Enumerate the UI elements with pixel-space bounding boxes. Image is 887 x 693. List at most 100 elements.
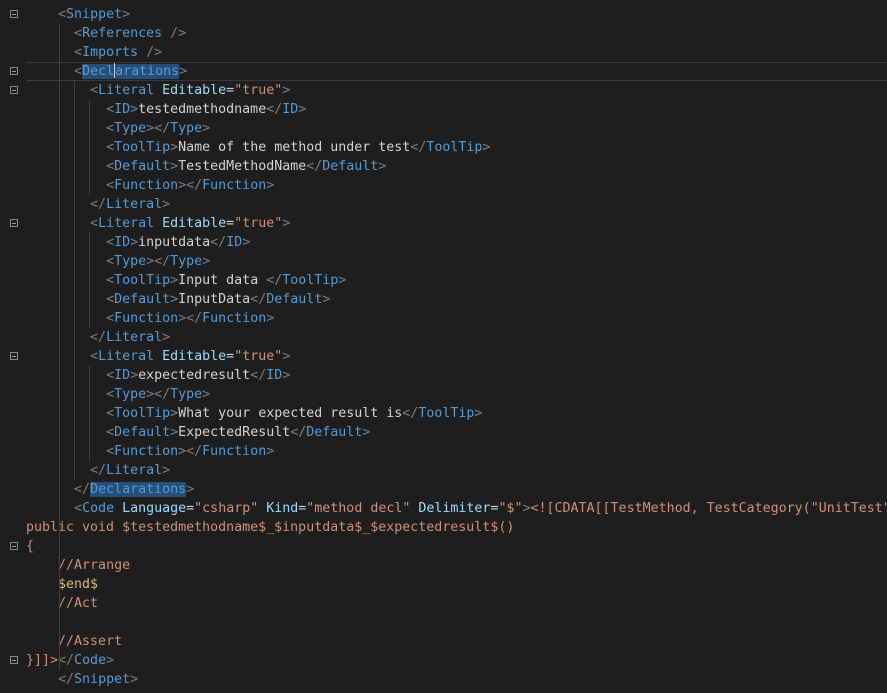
code-token-punct: </: [74, 482, 91, 497]
code-token-text: inputdata: [138, 235, 211, 250]
code-line[interactable]: <Type></Type>: [0, 252, 887, 271]
code-token-punct: ></: [146, 254, 171, 269]
code-token-tag-hl: Declarations: [90, 482, 187, 497]
code-line-content: <Imports />: [26, 43, 162, 62]
code-line[interactable]: //Assert: [0, 632, 887, 651]
code-line-content: <ID>inputdata</ID>: [26, 233, 250, 252]
code-token-cdata: public void $testedmethodname$_$inputdat…: [26, 520, 515, 535]
code-token-punct: <: [58, 7, 67, 22]
code-token-punct: >: [130, 672, 139, 687]
code-line[interactable]: [0, 613, 887, 632]
code-line[interactable]: <Literal Editable="true">: [0, 347, 887, 366]
code-line[interactable]: </Literal>: [0, 328, 887, 347]
fold-collapse-icon[interactable]: [10, 10, 18, 18]
code-line[interactable]: <Code Language="csharp" Kind="method dec…: [0, 499, 887, 518]
code-token-str: "true": [234, 83, 283, 98]
code-line[interactable]: {: [0, 537, 887, 556]
code-token-tag: Function: [114, 444, 179, 459]
code-line[interactable]: <Literal Editable="true">: [0, 214, 887, 233]
fold-collapse-icon[interactable]: [10, 656, 18, 664]
code-line[interactable]: <Function></Function>: [0, 176, 887, 195]
code-token-tag: ID: [282, 102, 299, 117]
code-line-content: <Default>InputData</Default>: [26, 290, 330, 309]
code-line[interactable]: //Act: [0, 594, 887, 613]
code-line[interactable]: <ToolTip>What your expected result is</T…: [0, 404, 887, 423]
code-line[interactable]: <References />: [0, 24, 887, 43]
code-line[interactable]: </Literal>: [0, 195, 887, 214]
code-token-punct: <: [106, 273, 115, 288]
code-token-tag: Literal: [106, 197, 163, 212]
code-token-tag: ToolTip: [114, 406, 171, 421]
fold-collapse-icon[interactable]: [10, 352, 18, 360]
code-line[interactable]: <Default>InputData</Default>: [0, 290, 887, 309]
code-line[interactable]: <Imports />: [0, 43, 887, 62]
code-line-content: }]]></Code>: [26, 651, 114, 670]
code-token-tag: ToolTip: [114, 273, 171, 288]
code-token-attr: Delimiter: [418, 501, 491, 516]
code-token-attr: Editable: [162, 216, 227, 231]
code-token-tag: Function: [114, 178, 179, 193]
code-token-punct: </: [306, 159, 323, 174]
code-line-content: <Declarations>: [26, 62, 187, 81]
code-token-cdata: {: [26, 539, 35, 554]
code-token-cdata: <![CDATA[[TestMethod, TestCategory("Unit…: [530, 501, 887, 516]
code-line[interactable]: <Default>ExpectedResult</Default>: [0, 423, 887, 442]
code-token-punct: >: [170, 406, 179, 421]
code-line-content: <Default>ExpectedResult</Default>: [26, 423, 370, 442]
code-token-text: =: [186, 501, 195, 516]
code-line[interactable]: //Arrange: [0, 556, 887, 575]
fold-collapse-icon[interactable]: [10, 542, 18, 550]
code-line[interactable]: <Declarations>: [0, 62, 887, 81]
code-line-content: <ID>testedmethodname</ID>: [26, 100, 306, 119]
code-line[interactable]: <Type></Type>: [0, 385, 887, 404]
code-line-content: //Assert: [26, 632, 122, 651]
code-token-punct: >: [122, 7, 131, 22]
code-token-punct: >: [322, 292, 331, 307]
code-line[interactable]: <Snippet>: [0, 5, 887, 24]
code-token-tag: Type: [170, 387, 203, 402]
code-line-content: $end$: [26, 575, 98, 594]
code-token-attr: Kind: [266, 501, 299, 516]
fold-collapse-icon[interactable]: [10, 86, 18, 94]
code-token-punct: <: [106, 311, 115, 326]
code-line[interactable]: <Function></Function>: [0, 309, 887, 328]
code-token-punct: <: [106, 368, 115, 383]
code-line[interactable]: <Default>TestedMethodName</Default>: [0, 157, 887, 176]
code-token-punct: >: [170, 292, 179, 307]
code-line-content: <Literal Editable="true">: [26, 214, 290, 233]
code-token-tag: ToolTip: [114, 140, 171, 155]
code-line[interactable]: <Function></Function>: [0, 442, 887, 461]
code-line[interactable]: <ToolTip>Name of the method under test</…: [0, 138, 887, 157]
code-line[interactable]: </Literal>: [0, 461, 887, 480]
code-line[interactable]: <Literal Editable="true">: [0, 81, 887, 100]
code-token-tag-hl: Decl: [82, 64, 115, 79]
code-line[interactable]: <Type></Type>: [0, 119, 887, 138]
fold-collapse-icon[interactable]: [10, 67, 18, 75]
code-line[interactable]: <ID>inputdata</ID>: [0, 233, 887, 252]
code-line[interactable]: <ID>expectedresult</ID>: [0, 366, 887, 385]
code-line[interactable]: }]]></Code>: [0, 651, 887, 670]
code-line[interactable]: <ID>testedmethodname</ID>: [0, 100, 887, 119]
indent-guide: [58, 24, 60, 670]
code-token-tag: Type: [114, 254, 147, 269]
code-line[interactable]: </Declarations>: [0, 480, 887, 499]
code-token-text: =: [226, 83, 235, 98]
code-line-content: //Act: [26, 594, 98, 613]
code-token-punct: </: [90, 197, 107, 212]
code-line-content: <Default>TestedMethodName</Default>: [26, 157, 386, 176]
code-token-tag: Default: [114, 292, 171, 307]
code-token-tag: Function: [114, 311, 179, 326]
code-token-tag: Function: [202, 444, 267, 459]
code-token-punct: >: [282, 368, 291, 383]
code-token-tag: ID: [266, 368, 283, 383]
code-line[interactable]: </Snippet>: [0, 670, 887, 689]
indent-guide: [89, 366, 91, 461]
code-line[interactable]: public void $testedmethodname$_$inputdat…: [0, 518, 887, 537]
code-line-content: <ToolTip>What your expected result is</T…: [26, 404, 482, 423]
code-token-punct: <: [106, 178, 115, 193]
code-line[interactable]: <ToolTip>Input data </ToolTip>: [0, 271, 887, 290]
code-token-tag: ID: [114, 102, 131, 117]
fold-collapse-icon[interactable]: [10, 219, 18, 227]
code-editor[interactable]: <Snippet> <References /> <Imports /> <De…: [0, 5, 887, 689]
code-line[interactable]: $end$: [0, 575, 887, 594]
